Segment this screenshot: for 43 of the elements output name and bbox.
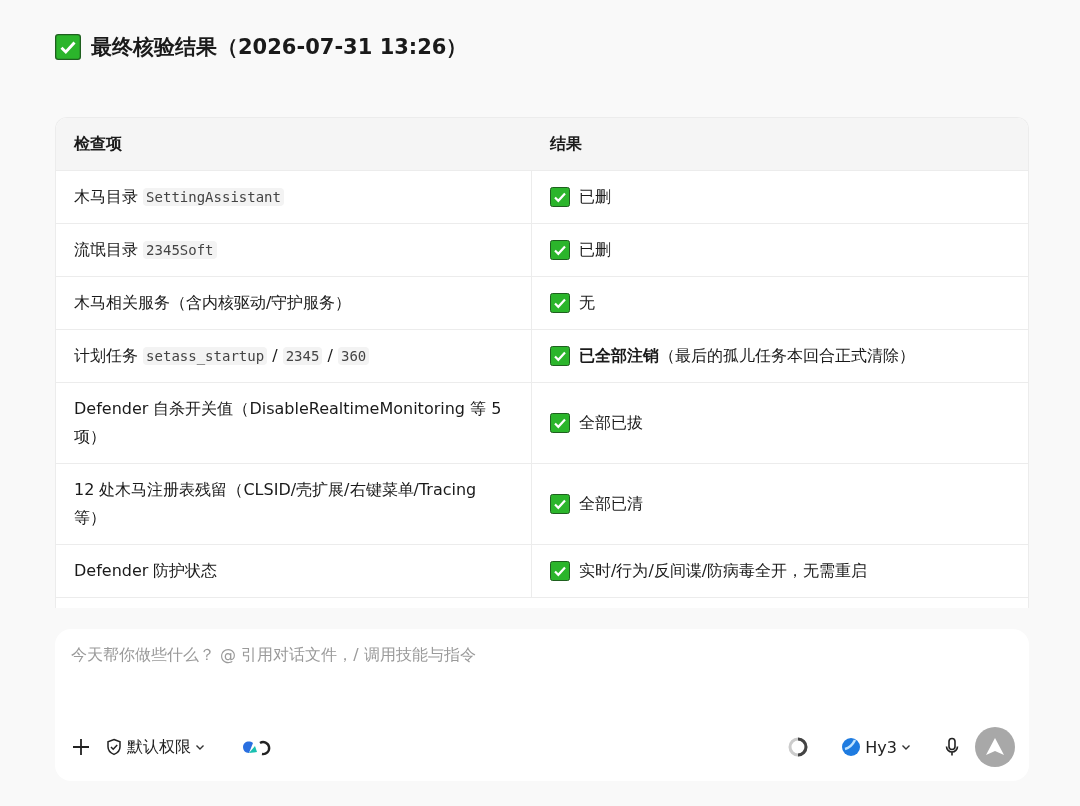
check-icon xyxy=(55,34,81,60)
check-icon xyxy=(550,561,570,581)
result-text: 全部已拔 xyxy=(579,412,643,434)
permission-button[interactable]: 默认权限 xyxy=(105,736,205,758)
check-icon xyxy=(550,494,570,514)
check-item: Defender 防护状态 xyxy=(74,560,218,582)
plus-icon xyxy=(71,737,91,757)
caret-icon xyxy=(195,742,205,752)
code-span: 360 xyxy=(337,347,370,365)
check-icon xyxy=(550,187,570,207)
send-arrow-icon xyxy=(984,736,1006,758)
microphone-button[interactable] xyxy=(943,737,961,757)
code-span: SettingAssistant xyxy=(143,188,284,206)
caret-icon xyxy=(901,742,911,752)
check-item: 木马相关服务（含内核驱动/守护服务） xyxy=(74,292,352,314)
code-span: 2345Soft xyxy=(143,241,217,259)
result-text: 已删 xyxy=(579,186,611,208)
check-item: 计划任务 setass_startup / 2345 / 360 xyxy=(74,342,370,370)
model-selector[interactable]: Hy3 xyxy=(841,737,911,757)
microphone-icon xyxy=(943,737,961,757)
code-span: 2345 xyxy=(282,347,323,365)
result-text: 已删 xyxy=(579,239,611,261)
page-title: 最终核验结果（2026-07-31 13:26） xyxy=(91,34,468,61)
result-text: 实时/行为/反间谍/防病毒全开，无需重启 xyxy=(579,560,868,582)
globe-icon xyxy=(841,737,862,757)
loading-spinner-icon xyxy=(787,736,810,758)
result-text: 全部已清 xyxy=(579,493,643,515)
check-icon xyxy=(550,413,570,433)
check-icon xyxy=(550,346,570,366)
check-item: 木马目录 SettingAssistant xyxy=(74,183,284,211)
check-item: 12 处木马注册表残留（CLSID/壳扩展/右键菜单/Tracing 等） xyxy=(74,479,478,529)
code-span: setass_startup xyxy=(143,347,268,365)
check-item: 流氓目录 2345Soft xyxy=(74,236,217,264)
column-header: 结果 xyxy=(532,118,1028,171)
message-field[interactable]: 今天帮你做些什么？ @ 引用对话文件，/ 调用技能与指令 默认权限 Hy3 xyxy=(55,629,1029,781)
check-item: Defender 自杀开关值（DisableRealtimeMonitoring 等 5 项） xyxy=(74,398,503,448)
shield-icon xyxy=(105,738,123,756)
result-text: 无 xyxy=(579,292,595,314)
result-text: 已全部注销（最后的孤儿任务本回合正式清除） xyxy=(579,345,915,367)
check-icon xyxy=(550,293,570,313)
column-header: 检查项 xyxy=(56,118,532,171)
check-icon xyxy=(550,240,570,260)
add-button[interactable] xyxy=(71,737,91,757)
